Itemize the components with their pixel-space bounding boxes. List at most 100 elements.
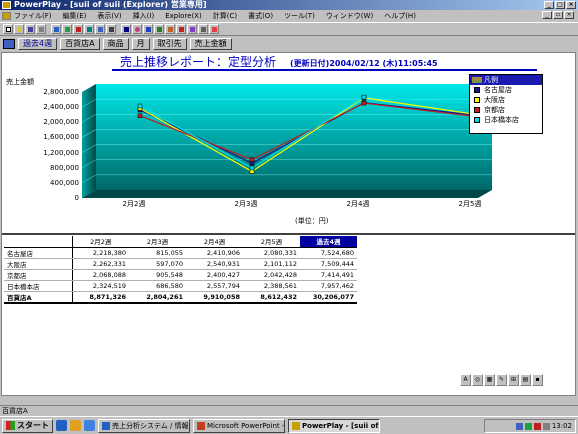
3d-chart-icon[interactable]	[209, 24, 219, 34]
line-chart-icon[interactable]	[176, 24, 186, 34]
dimension-month[interactable]: 月	[131, 38, 150, 50]
maximize-button[interactable]: □	[555, 1, 565, 9]
table-cell: 2,068,088	[72, 269, 129, 281]
table-total-row: 百貨店A 8,871,326 2,804,261 9,910,058 8,612…	[4, 290, 357, 304]
column-header[interactable]: 2月3週	[129, 236, 186, 248]
table-row: 京都店 2,068,088 905,548 2,400,427 2,042,42…	[4, 269, 357, 281]
print-tool-icon[interactable]: ▤	[520, 374, 531, 386]
doc-restore-button[interactable]: ▫	[553, 11, 563, 19]
menu-window[interactable]: ウィンドウ(W)	[326, 11, 373, 21]
dimension-sales-amount[interactable]: 売上金額	[189, 38, 232, 50]
minimize-button[interactable]: _	[544, 1, 554, 9]
table-cell: 9,910,058	[186, 290, 243, 304]
print-icon[interactable]	[36, 24, 46, 34]
drill-down-icon[interactable]	[73, 24, 83, 34]
new-icon[interactable]	[3, 24, 13, 34]
y-tick-label: 1,600,000	[43, 133, 79, 142]
legend[interactable]: 凡例 名古屋店 大阪店 京都店 日本橋本店	[469, 74, 543, 134]
tray-icon[interactable]	[533, 422, 541, 430]
menu-help[interactable]: ヘルプ(H)	[384, 11, 416, 21]
menu-edit[interactable]: 編集(E)	[63, 11, 87, 21]
status-bar: 百貨店A	[0, 405, 578, 415]
table-cell: 2,804,261	[129, 290, 186, 304]
pane-divider[interactable]	[2, 233, 575, 235]
save-icon[interactable]	[25, 24, 35, 34]
table-cell: 7,509,444	[300, 258, 357, 270]
edit-tool-icon[interactable]: ✎	[496, 374, 507, 386]
close-button[interactable]: ×	[566, 1, 576, 9]
row-header[interactable]: 大阪店	[4, 258, 73, 270]
chart-tool-icon[interactable]: ▦	[484, 374, 495, 386]
row-header[interactable]: 日本橋本店	[4, 280, 73, 292]
crosstab-icon[interactable]	[121, 24, 131, 34]
table-row: 名古屋店 2,218,380 815,055 2,410,906 2,080,3…	[4, 247, 357, 259]
column-header[interactable]: 2月4週	[186, 236, 243, 248]
row-header[interactable]: 名古屋店	[4, 247, 73, 259]
bar-chart-icon[interactable]	[143, 24, 153, 34]
swap-icon[interactable]	[95, 24, 105, 34]
dimension-customer[interactable]: 取引先	[152, 38, 187, 50]
filter-icon[interactable]	[84, 24, 94, 34]
window-title: PowerPlay - [suii of suii (Explorer) 営業専…	[14, 0, 207, 9]
table-cell: 7,524,680	[300, 247, 357, 259]
table-cell: 686,580	[129, 280, 186, 292]
x-tick-label: 2月2週	[122, 200, 146, 208]
row-header[interactable]: 百貨店A	[4, 290, 73, 304]
doc-close-button[interactable]: ×	[564, 11, 574, 19]
menu-insert[interactable]: 挿入(I)	[133, 11, 155, 21]
column-header[interactable]: 2月5週	[243, 236, 300, 248]
row-header[interactable]: 京都店	[4, 269, 73, 281]
menu-calculate[interactable]: 計算(C)	[213, 11, 237, 21]
stacked-bar-icon[interactable]	[165, 24, 175, 34]
menu-bar: ファイル(F) 編集(E) 表示(V) 挿入(I) Explore(X) 計算(…	[0, 10, 578, 21]
task-sales-analysis[interactable]: 売上分析システム / 情報...	[98, 418, 190, 433]
menu-file[interactable]: ファイル(F)	[14, 11, 52, 21]
desktop-icon[interactable]	[70, 420, 81, 431]
y-tick-label: 400,000	[50, 178, 79, 187]
tray-icon[interactable]	[542, 422, 550, 430]
menu-format[interactable]: 書式(O)	[248, 11, 273, 21]
area-chart-icon[interactable]	[187, 24, 197, 34]
menu-tools[interactable]: ツール(T)	[284, 11, 315, 21]
sort-icon[interactable]	[106, 24, 116, 34]
column-header[interactable]: 2月2週	[72, 236, 129, 248]
tray-icon[interactable]	[524, 422, 532, 430]
y-tick-label: 1,200,000	[43, 148, 79, 157]
tray-icon[interactable]	[515, 422, 523, 430]
taskbar: スタート 売上分析システム / 情報... Microsoft PowerPoi…	[0, 416, 578, 434]
dimension-past-4-weeks[interactable]: 過去4週	[18, 38, 58, 50]
plot-side-wall	[82, 84, 96, 198]
dimension-department-store-a[interactable]: 百貨店A	[60, 38, 100, 50]
table-cell: 2,410,906	[186, 247, 243, 259]
task-powerpoint[interactable]: Microsoft PowerPoint - [...	[193, 418, 285, 433]
column-header-total[interactable]: 過去4週	[300, 236, 357, 248]
legend-swatch	[474, 117, 480, 123]
dimension-product[interactable]: 商品	[102, 38, 129, 50]
start-button[interactable]: スタート	[2, 418, 53, 433]
task-powerplay[interactable]: PowerPlay - [suii of...	[288, 418, 380, 433]
menu-explore[interactable]: Explore(X)	[165, 12, 202, 20]
clock: 13:02	[551, 422, 572, 430]
plot-background	[96, 84, 492, 190]
y-tick-label: 2,000,000	[43, 118, 79, 127]
x-tick-label: 2月5週	[458, 200, 482, 208]
crosstab-table: 2月2週 2月3週 2月4週 2月5週 過去4週 名古屋店 2,218,380 …	[4, 236, 357, 304]
ie-icon[interactable]	[56, 420, 67, 431]
report-tools: A ◎ ▦ ✎ ⊞ ▤ ▪	[460, 374, 543, 386]
export-tool-icon[interactable]: ⊞	[508, 374, 519, 386]
document-icon[interactable]	[2, 11, 11, 20]
zoom-tool-icon[interactable]: ◎	[472, 374, 483, 386]
text-tool-icon[interactable]: A	[460, 374, 471, 386]
undo-icon[interactable]	[51, 24, 61, 34]
clustered-bar-icon[interactable]	[154, 24, 164, 34]
open-icon[interactable]	[14, 24, 24, 34]
scatter-chart-icon[interactable]	[198, 24, 208, 34]
menu-view[interactable]: 表示(V)	[97, 11, 121, 21]
pie-chart-icon[interactable]	[132, 24, 142, 34]
table-cell: 815,055	[129, 247, 186, 259]
options-tool-icon[interactable]: ▪	[532, 374, 543, 386]
data-point	[361, 94, 367, 100]
outlook-icon[interactable]	[84, 420, 95, 431]
doc-minimize-button[interactable]: _	[542, 11, 552, 19]
drill-up-icon[interactable]	[62, 24, 72, 34]
